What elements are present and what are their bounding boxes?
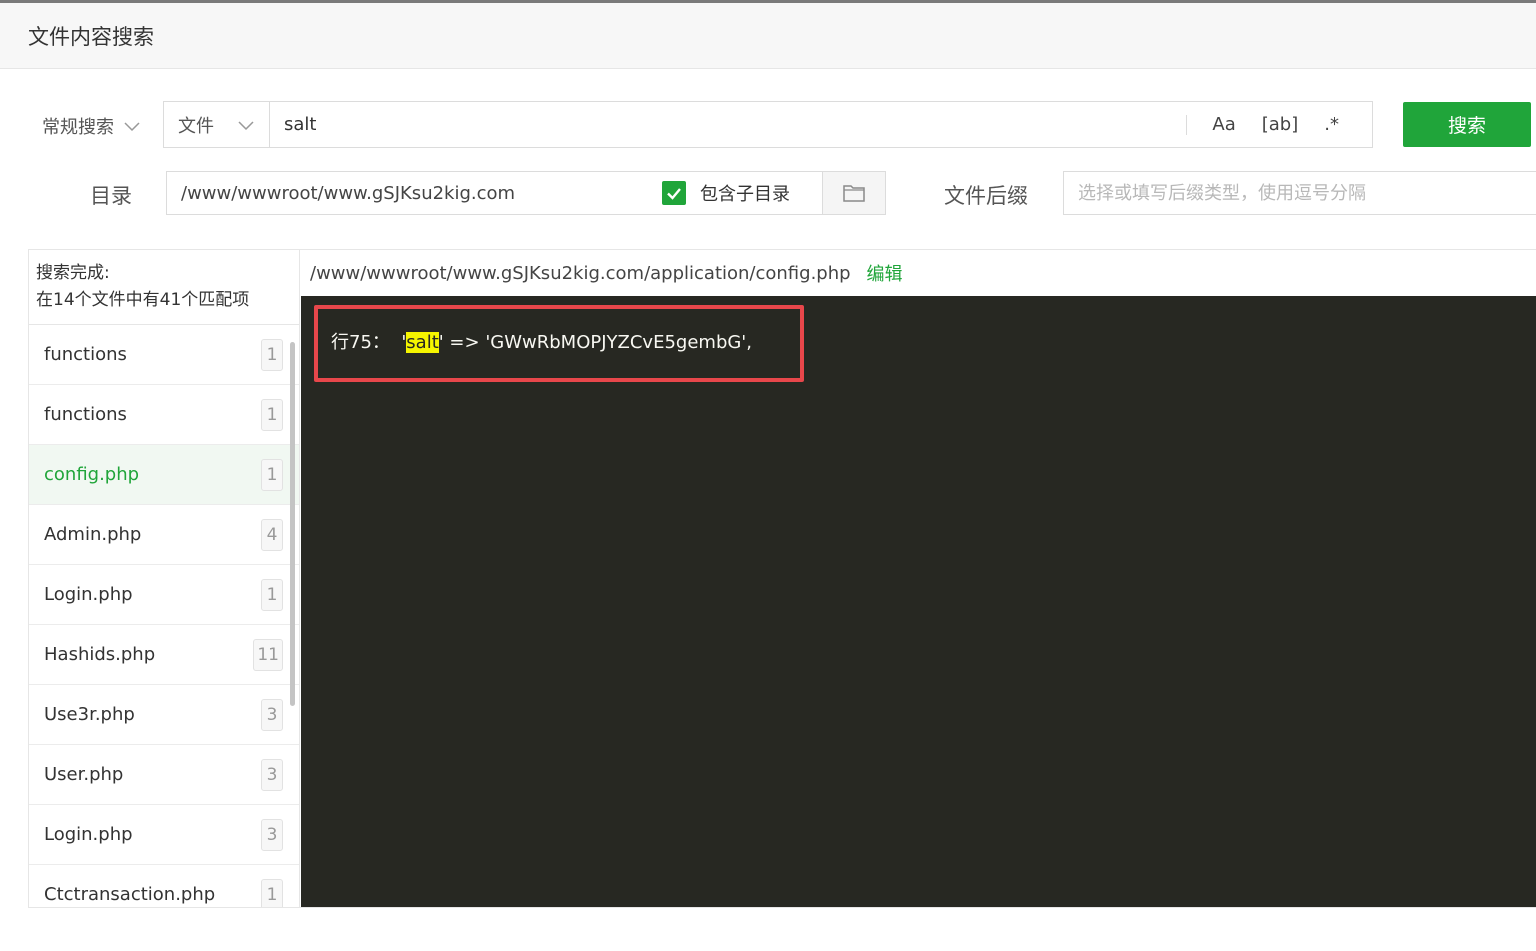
file-list-scrollbar[interactable] <box>290 342 295 706</box>
preview-header: /www/wwwroot/www.gSJKsu2kig.com/applicat… <box>301 250 1536 296</box>
file-name: Ctctransaction.php <box>44 884 216 905</box>
include-subdirs-label: 包含子目录 <box>700 184 790 205</box>
file-list-item[interactable]: Use3r.php 3 <box>29 685 299 745</box>
file-list-pane: 搜索完成: 在14个文件中有41个匹配项 functions 1 functions… <box>29 250 300 907</box>
directory-input[interactable]: /www/wwwroot/www.gSJKsu2kig.com <box>167 183 662 204</box>
match-count-badge: 1 <box>261 399 283 431</box>
file-list-item[interactable]: functions 1 <box>29 385 299 445</box>
match-count-badge: 3 <box>261 759 283 791</box>
file-name: functions <box>44 344 127 365</box>
file-list-item[interactable]: functions 1 <box>29 325 299 385</box>
choose-folder-button[interactable] <box>822 172 885 214</box>
directory-field: /www/wwwroot/www.gSJKsu2kig.com 包含子目录 <box>166 171 886 215</box>
code-preview: 行75： 'salt' => 'GWwRbMOPJYZCvE5gembG', <box>301 296 1536 907</box>
file-list-item[interactable]: Login.php 3 <box>29 805 299 865</box>
line-prefix: 行75： ' <box>331 332 407 353</box>
chevron-down-icon <box>236 115 256 135</box>
match-count-badge: 3 <box>261 819 283 851</box>
search-mode-label: 常规搜索 <box>42 117 114 138</box>
search-options: Aa [ab] .* <box>1187 102 1372 147</box>
file-list-item[interactable]: Login.php 1 <box>29 565 299 625</box>
search-button[interactable]: 搜索 <box>1403 102 1531 147</box>
preview-pane: /www/wwwroot/www.gSJKsu2kig.com/applicat… <box>301 250 1536 907</box>
file-name: Admin.php <box>44 524 142 545</box>
match-count-badge: 1 <box>261 459 283 491</box>
whole-word-toggle[interactable]: [ab] <box>1249 114 1312 135</box>
search-mode-select[interactable]: 常规搜索 <box>42 108 158 144</box>
match-count-badge: 1 <box>261 879 283 907</box>
match-summary: 在14个文件中有41个匹配项 <box>36 290 250 310</box>
title-bar: 文件内容搜索 <box>0 3 1536 69</box>
page-title: 文件内容搜索 <box>28 25 154 49</box>
file-name: functions <box>44 404 127 425</box>
case-sensitive-toggle[interactable]: Aa <box>1187 114 1248 135</box>
search-input[interactable] <box>270 102 1187 147</box>
match-count-badge: 1 <box>261 579 283 611</box>
directory-label: 目录 <box>90 184 132 208</box>
match-count-badge: 1 <box>261 339 283 371</box>
file-list-item[interactable]: Ctctransaction.php 1 <box>29 865 299 907</box>
file-name: Use3r.php <box>44 704 135 725</box>
folder-icon <box>843 185 865 202</box>
scope-select[interactable]: 文件 <box>164 102 270 147</box>
include-subdirs-option[interactable]: 包含子目录 <box>662 180 822 206</box>
check-icon <box>667 188 681 200</box>
edit-link[interactable]: 编辑 <box>867 260 903 286</box>
search-summary: 搜索完成: 在14个文件中有41个匹配项 <box>29 250 299 325</box>
match-count-badge: 4 <box>261 519 283 551</box>
search-status: 搜索完成: <box>36 263 110 283</box>
file-name: User.php <box>44 764 124 785</box>
preview-file-path: /www/wwwroot/www.gSJKsu2kig.com/applicat… <box>310 262 851 284</box>
file-list-item[interactable]: Hashids.php 11 <box>29 625 299 685</box>
file-list: functions 1 functions 1 config.php 1 Admin.php… <box>29 325 299 907</box>
file-name: Hashids.php <box>44 644 156 665</box>
file-name: config.php <box>44 464 140 485</box>
file-list-item[interactable]: Admin.php 4 <box>29 505 299 565</box>
suffix-input[interactable] <box>1063 171 1536 215</box>
chevron-down-icon <box>122 116 142 136</box>
file-name: Login.php <box>44 824 133 845</box>
regex-toggle[interactable]: .* <box>1311 114 1352 135</box>
suffix-label: 文件后缀 <box>944 184 1028 208</box>
search-box: 文件 Aa [ab] .* <box>163 101 1373 148</box>
file-name: Login.php <box>44 584 133 605</box>
match-line[interactable]: 行75： 'salt' => 'GWwRbMOPJYZCvE5gembG', <box>331 328 752 354</box>
line-suffix: ' => 'GWwRbMOPJYZCvE5gembG', <box>438 332 752 353</box>
file-list-item[interactable]: config.php 1 <box>29 445 299 505</box>
match-count-badge: 3 <box>261 699 283 731</box>
scope-label: 文件 <box>178 115 214 137</box>
file-list-item[interactable]: User.php 3 <box>29 745 299 805</box>
match-highlight: salt <box>406 332 439 353</box>
match-count-badge: 11 <box>253 639 283 671</box>
result-panel: 搜索完成: 在14个文件中有41个匹配项 functions 1 functions… <box>28 249 1536 908</box>
include-subdirs-checkbox[interactable] <box>662 181 686 205</box>
